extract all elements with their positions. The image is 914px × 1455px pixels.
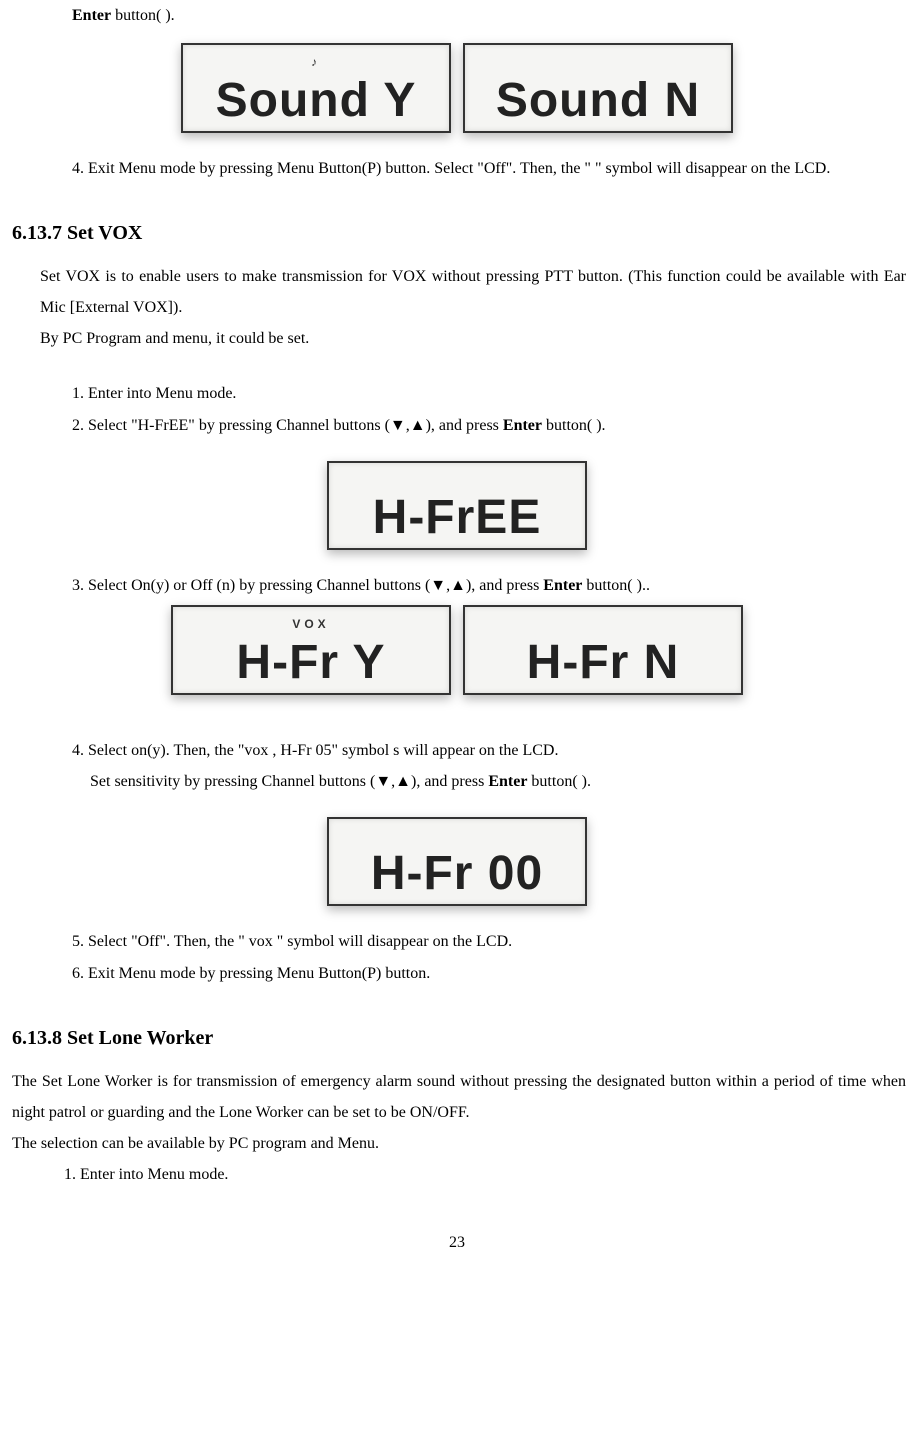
vox-intro-1: Set VOX is to enable users to make trans… [8, 261, 906, 323]
sound-step4: 4. Exit Menu mode by pressing Menu Butto… [8, 153, 906, 184]
lcd-hfree-wrap: H-FrEE [8, 459, 906, 552]
lcd-sound-n-text: Sound N [479, 77, 717, 125]
lcd-hfr00-text: H-Fr 00 [343, 850, 571, 898]
lcd-hfr-n-text: H-Fr N [479, 639, 727, 687]
lcd-sound-n: Sound N [463, 43, 733, 132]
vox-step-4-line1: 4. Select on(y). Then, the "vox , H-Fr 0… [8, 735, 906, 766]
vox-step3-c: button( ).. [582, 577, 650, 594]
vox-step-6: 6. Exit Menu mode by pressing Menu Butto… [8, 958, 906, 989]
lcd-hfree: H-FrEE [327, 461, 587, 550]
vox-step-4-line2: Set sensitivity by pressing Channel butt… [8, 766, 906, 797]
lcd-hfr00-top [343, 825, 571, 848]
lcd-hfr-pair: VOX H-Fr Y H-Fr N [8, 603, 906, 696]
heading-set-vox: 6.13.7 Set VOX [8, 214, 906, 253]
lcd-hfree-top [343, 469, 571, 492]
vox-step-3: 3. Select On(y) or Off (n) by pressing C… [8, 570, 906, 601]
vox-step-1: 1. Enter into Menu mode. [8, 378, 906, 409]
vox-step4-a: Set sensitivity by pressing Channel butt… [90, 773, 488, 790]
lcd-hfr-n: H-Fr N [463, 605, 743, 694]
lcd-hfr-y: VOX H-Fr Y [171, 605, 451, 694]
lone-p1: The Set Lone Worker is for transmission … [8, 1066, 906, 1128]
lcd-vox-icon: VOX [187, 613, 435, 636]
vox-step2-enter: Enter [503, 417, 542, 434]
vox-step3-a: 3. Select On(y) or Off (n) by pressing C… [72, 577, 543, 594]
lone-step-1: 1. Enter into Menu mode. [8, 1159, 906, 1190]
heading-set-lone-worker: 6.13.8 Set Lone Worker [8, 1019, 906, 1058]
vox-step3-enter: Enter [543, 577, 582, 594]
lcd-hfr-y-text: H-Fr Y [187, 639, 435, 687]
lcd-sound-y-text: Sound Y [197, 77, 435, 125]
lcd-hfree-text: H-FrEE [343, 494, 571, 542]
lcd-note-icon: ♪ [197, 51, 435, 74]
lcd-sound-pair: ♪ Sound Y Sound N [8, 41, 906, 134]
vox-intro-2: By PC Program and menu, it could be set. [8, 323, 906, 354]
lcd-sound-y: ♪ Sound Y [181, 43, 451, 132]
lcd-blank-top [479, 51, 717, 74]
vox-step-2: 2. Select "H-FrEE" by pressing Channel b… [8, 410, 906, 441]
lcd-hfr00-wrap: H-Fr 00 [8, 815, 906, 908]
enter-bold: Enter [72, 7, 111, 24]
enter-tail: button( ). [111, 7, 175, 24]
vox-step2-a: 2. Select "H-FrEE" by pressing Channel b… [72, 417, 503, 434]
vox-step-5: 5. Select "Off". Then, the " vox " symbo… [8, 926, 906, 957]
vox-step2-c: button( ). [542, 417, 606, 434]
lcd-hfr00: H-Fr 00 [327, 817, 587, 906]
vox-step4-c: button( ). [527, 773, 591, 790]
lcd-blank-top-2 [479, 613, 727, 636]
lone-p2: The selection can be available by PC pro… [8, 1128, 906, 1159]
vox-step4-enter: Enter [488, 773, 527, 790]
sound-step3-enter-fragment: Enter button( ). [8, 0, 906, 31]
page-number: 23 [8, 1227, 906, 1258]
